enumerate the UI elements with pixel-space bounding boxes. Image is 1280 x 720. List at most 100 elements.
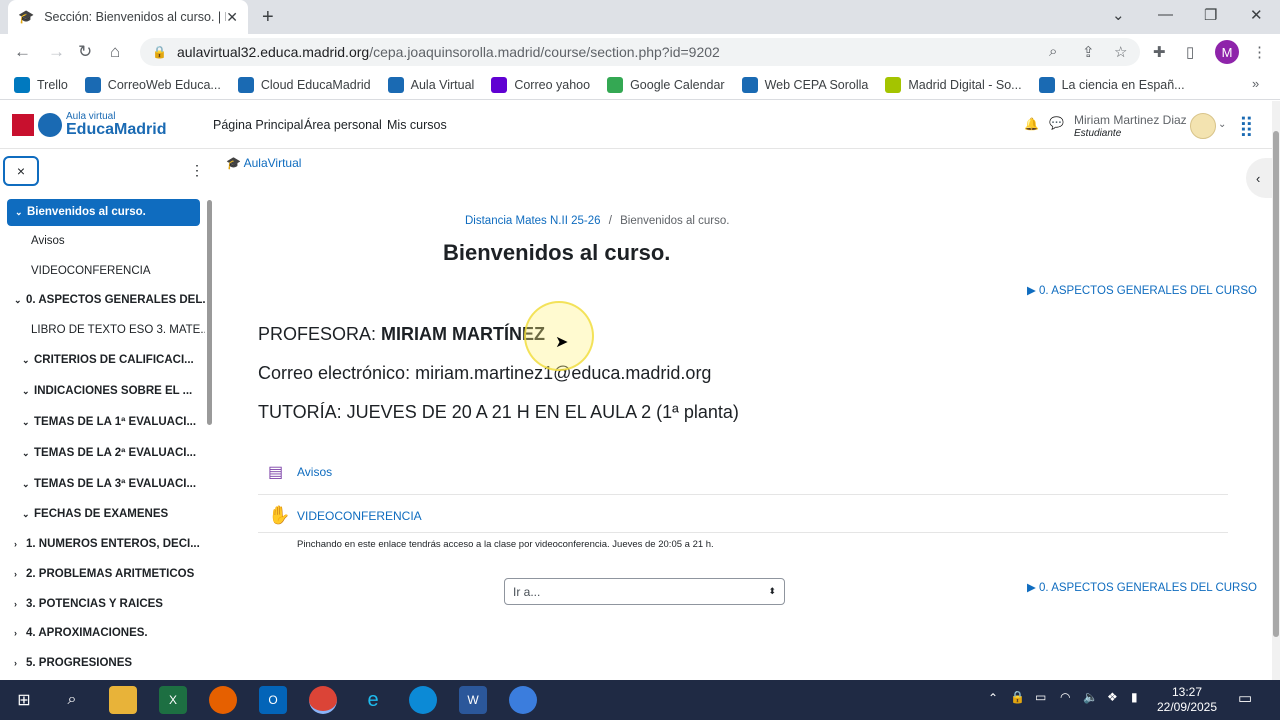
chevron-icon[interactable]: ⌄: [22, 386, 34, 397]
battery-icon[interactable]: ▭: [1035, 690, 1046, 704]
taskbar-clock[interactable]: 13:27 22/09/2025: [1150, 685, 1224, 715]
forward-arrow-icon[interactable]: →: [48, 42, 65, 62]
firefox-icon[interactable]: [209, 686, 237, 714]
extensions-icon[interactable]: ✚: [1153, 43, 1166, 61]
nav-my-courses[interactable]: Mis cursos: [387, 118, 447, 132]
messages-icon[interactable]: 💬: [1049, 116, 1064, 130]
drawer-options-icon[interactable]: ⋮: [190, 162, 204, 179]
main-scrollbar[interactable]: [1272, 101, 1280, 680]
sidebar-item[interactable]: Avisos: [0, 235, 205, 247]
search-icon[interactable]: ⌕: [58, 686, 86, 714]
bell-icon[interactable]: 🔔: [1024, 117, 1039, 131]
internet-explorer-icon[interactable]: e: [359, 686, 387, 714]
chevron-icon[interactable]: ⌄: [22, 448, 34, 459]
sidebar-item[interactable]: ⌄ Bienvenidos al curso.: [7, 199, 200, 226]
side-panel-icon[interactable]: ▯: [1186, 43, 1194, 61]
dropbox-icon[interactable]: ❖: [1107, 690, 1118, 704]
menu-kebab-icon[interactable]: ⋮: [1252, 43, 1267, 61]
bookmark-item[interactable]: Cloud EducaMadrid: [237, 76, 371, 93]
sidebar-item[interactable]: › 1. NÚMEROS ENTEROS, DECI...: [0, 538, 205, 550]
close-tab-icon[interactable]: ✕: [226, 9, 238, 26]
tray-chevron-icon[interactable]: ⌃: [988, 691, 998, 705]
next-section-link-bottom[interactable]: ▶ 0. ASPECTOS GENERALES DEL CURSO: [1027, 580, 1257, 594]
bookmark-favicon-icon: [14, 76, 30, 93]
outlook-icon[interactable]: O: [259, 686, 287, 714]
browser-tab[interactable]: 🎓 Sección: Bienvenidos al curso. | D ✕: [8, 0, 248, 34]
app-icon[interactable]: [509, 686, 537, 714]
breadcrumb-course[interactable]: Distancia Mates N.II 25-26: [465, 215, 601, 227]
sidebar-item[interactable]: › 3. POTENCIAS Y RAÍCES: [0, 598, 205, 610]
avisos-link[interactable]: Avisos: [297, 465, 332, 479]
sidebar-item[interactable]: VIDEOCONFERENCIA: [0, 265, 205, 277]
next-section-link[interactable]: ▶ 0. ASPECTOS GENERALES DEL CURSO: [1027, 283, 1257, 297]
bookmark-item[interactable]: Aula Virtual: [387, 76, 474, 93]
sidebar-item[interactable]: › 2. PROBLEMAS ARITMÉTICOS: [0, 568, 205, 580]
main-scrollbar-thumb[interactable]: [1273, 131, 1279, 637]
home-icon[interactable]: ⌂: [110, 42, 120, 62]
restore-icon[interactable]: ❐: [1204, 6, 1217, 24]
chevron-icon[interactable]: ›: [14, 569, 26, 579]
reload-icon[interactable]: ↻: [78, 42, 92, 62]
sidebar-scrollbar[interactable]: [207, 200, 212, 425]
close-drawer-button[interactable]: ×: [3, 156, 39, 186]
user-menu-chevron-icon[interactable]: ⌄: [1218, 119, 1226, 130]
sidebar-item[interactable]: ⌄ CRITERIOS DE CALIFICACI...: [0, 354, 205, 366]
bookmark-item[interactable]: Trello: [14, 76, 68, 93]
tab-search-chevron-icon[interactable]: ⌄: [1112, 6, 1125, 24]
zoom-icon[interactable]: ⌕: [1049, 43, 1057, 60]
sidebar-item[interactable]: LIBRO DE TEXTO ESO 3. MATE...: [0, 324, 205, 336]
bookmark-star-icon[interactable]: ☆: [1114, 43, 1127, 61]
apps-grid-icon[interactable]: ⣿: [1239, 113, 1254, 138]
chevron-icon[interactable]: ›: [14, 599, 26, 609]
educamadrid-logo[interactable]: Aula virtual EducaMadrid: [12, 112, 166, 138]
chevron-icon[interactable]: ›: [14, 658, 26, 668]
file-explorer-icon[interactable]: [109, 686, 137, 714]
chevron-icon[interactable]: ⌄: [22, 509, 34, 520]
sidebar-item[interactable]: ⌄ 0. ASPECTOS GENERALES DEL...: [0, 294, 205, 306]
bookmark-item[interactable]: Madrid Digital - So...: [885, 76, 1022, 93]
back-arrow-icon[interactable]: ←: [14, 42, 31, 62]
chevron-icon[interactable]: ⌄: [22, 417, 34, 428]
sidebar-item[interactable]: ⌄ INDICACIONES SOBRE EL ...: [0, 385, 205, 397]
profile-avatar[interactable]: M: [1215, 40, 1239, 64]
chrome-icon[interactable]: [309, 686, 337, 714]
chevron-icon[interactable]: ›: [14, 539, 26, 549]
bookmark-item[interactable]: Web CEPA Sorolla: [741, 76, 868, 93]
more-bookmarks-icon[interactable]: »: [1252, 76, 1259, 91]
windows-start-icon[interactable]: ⊞: [10, 686, 38, 714]
bookmark-item[interactable]: CorreoWeb Educa...: [84, 76, 221, 93]
minimize-icon[interactable]: —: [1158, 6, 1173, 23]
wifi-icon[interactable]: ◠: [1060, 690, 1070, 704]
notifications-icon[interactable]: ▭: [1238, 689, 1252, 707]
videoconferencia-link[interactable]: VIDEOCONFERENCIA: [297, 509, 422, 523]
bookmark-item[interactable]: Google Calendar: [607, 76, 725, 93]
word-icon[interactable]: W: [459, 686, 487, 714]
new-tab-plus-icon[interactable]: +: [262, 6, 274, 29]
excel-icon[interactable]: X: [159, 686, 187, 714]
chevron-icon[interactable]: ⌄: [22, 479, 34, 490]
device-icon[interactable]: ▮: [1131, 690, 1138, 704]
bookmark-item[interactable]: Correo yahoo: [491, 76, 590, 93]
chevron-icon[interactable]: ⌄: [22, 355, 34, 366]
tray-lock-icon[interactable]: 🔒: [1010, 690, 1025, 704]
jump-to-select[interactable]: Ir a... ⬍: [504, 578, 785, 605]
volume-icon[interactable]: 🔈: [1083, 690, 1098, 704]
edge-icon[interactable]: [409, 686, 437, 714]
sidebar-item[interactable]: ⌄ TEMAS DE LA 2ª EVALUACI...: [0, 447, 205, 459]
aulavirtual-link[interactable]: 🎓 AulaVirtual: [226, 156, 301, 170]
chevron-icon[interactable]: ⌄: [15, 199, 27, 226]
bookmark-item[interactable]: La ciencia en Españ...: [1038, 76, 1185, 93]
nav-dashboard[interactable]: Área personal: [304, 118, 382, 132]
sidebar-item[interactable]: › 4. APROXIMACIONES.: [0, 627, 205, 639]
nav-home[interactable]: Página Principal: [213, 118, 303, 132]
address-bar[interactable]: 🔒 aulavirtual32.educa.madrid.org/cepa.jo…: [140, 38, 1140, 66]
sidebar-item[interactable]: › 5. PROGRESIONES: [0, 657, 205, 669]
close-window-icon[interactable]: ✕: [1250, 6, 1263, 24]
user-avatar[interactable]: [1190, 113, 1216, 139]
sidebar-item[interactable]: ⌄ TEMAS DE LA 1ª EVALUACI...: [0, 416, 205, 428]
chevron-icon[interactable]: ⌄: [14, 295, 26, 306]
share-icon[interactable]: ⇪: [1082, 43, 1095, 61]
chevron-icon[interactable]: ›: [14, 628, 26, 638]
sidebar-item[interactable]: ⌄ FECHAS DE EXÁMENES: [0, 508, 205, 520]
sidebar-item[interactable]: ⌄ TEMAS DE LA 3ª EVALUACI...: [0, 478, 205, 490]
